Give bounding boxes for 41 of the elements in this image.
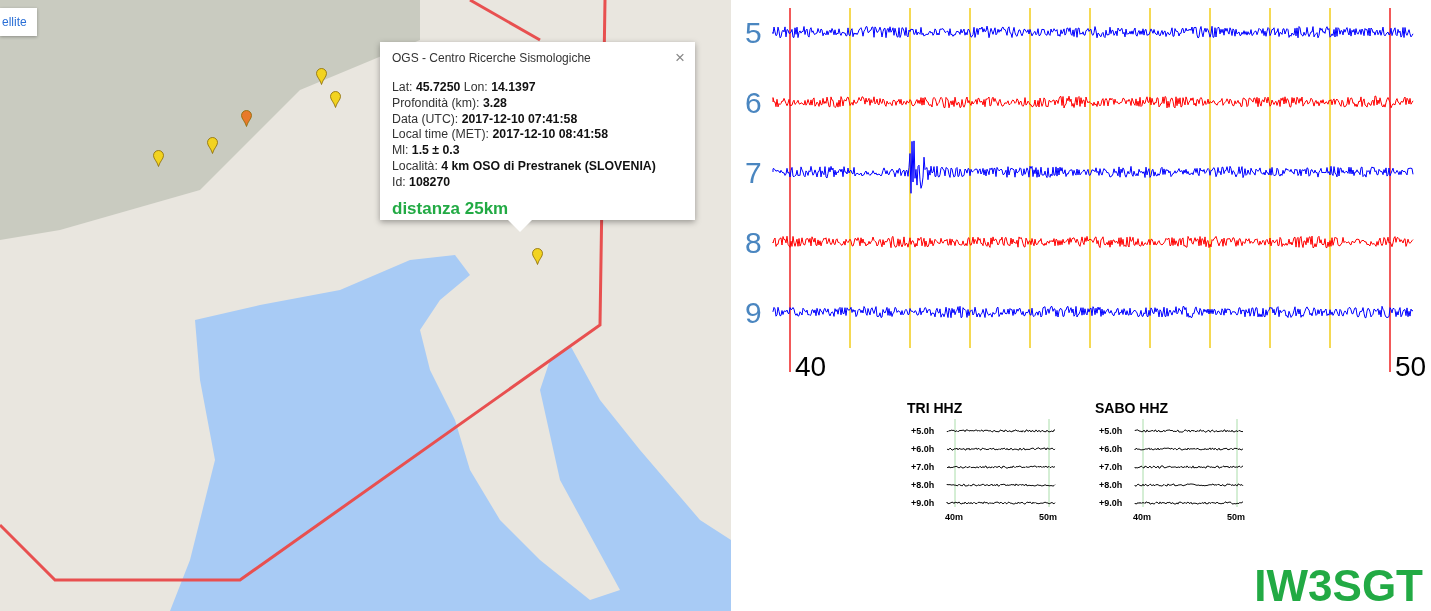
helicorder-row-label: +9.0h xyxy=(1099,498,1123,508)
helicorder-row-label: +5.0h xyxy=(911,426,935,436)
popup-detail-line: Id: 108270 xyxy=(392,174,452,191)
callsign-text: IW3SGT xyxy=(1254,561,1423,611)
helicorder-axis-label: 40m xyxy=(945,512,963,521)
map-pin-icon[interactable] xyxy=(241,110,252,127)
trace-label: 8 xyxy=(745,226,762,259)
helicorder-title: SABO HHZ xyxy=(1095,400,1169,416)
helicorder-row-label: +8.0h xyxy=(1099,480,1123,490)
trace-label: 6 xyxy=(745,86,762,119)
distance-text: distanza 25km xyxy=(392,198,510,219)
helicorder-row-label: +8.0h xyxy=(911,480,935,490)
helicorder-row-label: +7.0h xyxy=(1099,462,1123,472)
time-axis-label: 40 xyxy=(795,351,827,382)
popup-detail-line: Ml: 1.5 ± 0.3 xyxy=(392,143,461,159)
helicorder-row-label: +6.0h xyxy=(1099,444,1123,454)
trace-label: 9 xyxy=(745,296,762,329)
map-pin-icon[interactable] xyxy=(330,91,341,108)
trace-label: 5 xyxy=(745,16,762,49)
popup-detail-line: Local time (MET): 2017-12-10 08:41:58 xyxy=(392,127,609,144)
helicorder-row-label: +9.0h xyxy=(911,498,935,508)
map-pin-icon[interactable] xyxy=(207,137,218,154)
map-pin-icon[interactable] xyxy=(532,248,543,265)
map-layer-button[interactable]: ellite xyxy=(0,8,37,36)
time-axis-label: 50 xyxy=(1395,351,1427,382)
popup-detail-line: Profondità (km): 3.28 xyxy=(392,95,508,112)
popup-title: OGS - Centro Ricerche Sismologiche xyxy=(392,51,591,65)
map-pin-icon[interactable] xyxy=(153,150,164,167)
popup-detail-line: Lat: 45.7250 Lon: 14.1397 xyxy=(392,80,537,96)
popup-detail-line: Data (UTC): 2017-12-10 07:41:58 xyxy=(392,111,579,128)
popup-detail-line: Località: 4 km OSO di Prestranek (SLOVENIA) xyxy=(392,159,657,175)
helicorder-axis-label: 40m xyxy=(1133,512,1151,521)
helicorder-axis-label: 50m xyxy=(1227,512,1245,521)
helicorder-axis-label: 50m xyxy=(1039,512,1057,521)
helicorder-row-label: +7.0h xyxy=(911,462,935,472)
helicorder-title: TRI HHZ xyxy=(907,400,963,416)
map-pin-icon[interactable] xyxy=(316,68,327,85)
helicorder-row-label: +6.0h xyxy=(911,444,935,454)
close-button[interactable]: × xyxy=(675,48,685,68)
trace-label: 7 xyxy=(745,156,762,189)
helicorder-row-label: +5.0h xyxy=(1099,426,1123,436)
